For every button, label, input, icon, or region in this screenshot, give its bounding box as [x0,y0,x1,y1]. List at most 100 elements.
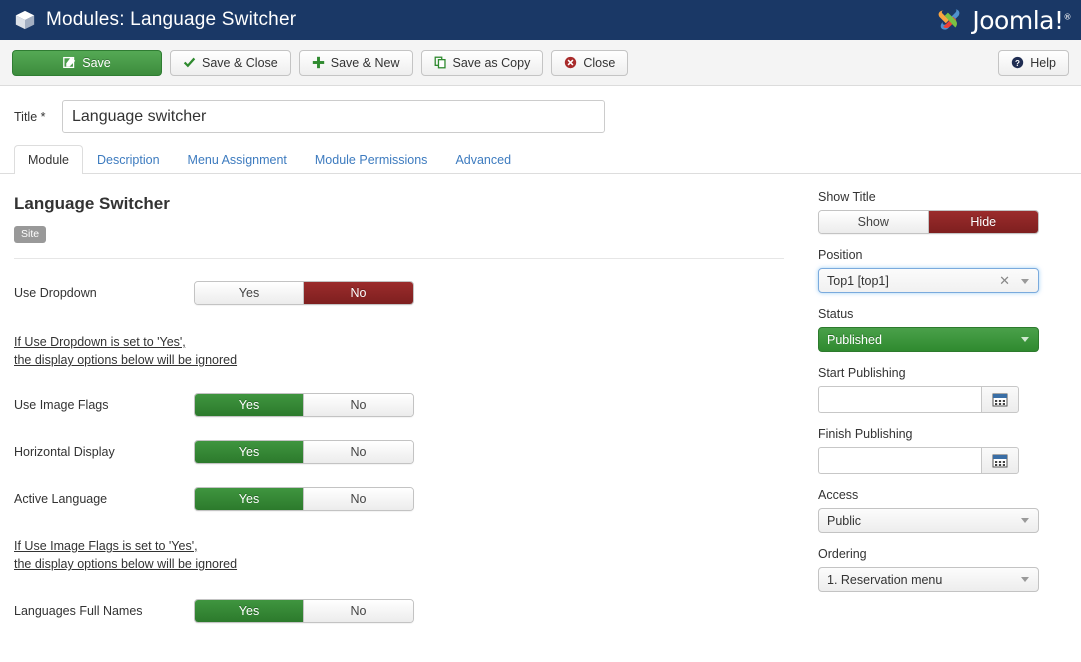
save-and-close-button[interactable]: Save & Close [170,50,291,76]
label-finish-publishing: Finish Publishing [818,427,1061,441]
toggle-show-title[interactable]: Show Hide [818,210,1039,234]
check-icon [183,56,196,69]
position-select[interactable]: Top1 [top1] ✕ [818,268,1039,293]
toggle-option-yes[interactable]: Yes [195,488,304,510]
module-heading: Language Switcher [14,194,800,214]
start-publishing-input[interactable] [818,386,981,413]
toggle-option-yes[interactable]: Yes [195,600,304,622]
toolbar: Save Save & Close Save & New Save as Cop… [0,40,1081,86]
finish-publishing-group [818,447,1061,474]
label-show-title: Show Title [818,190,1061,204]
plus-icon [312,56,325,69]
chevron-down-icon[interactable] [1021,337,1029,342]
toggle-option-yes[interactable]: Yes [195,282,304,304]
toggle-use-dropdown[interactable]: Yes No [194,281,414,305]
label-start-publishing: Start Publishing [818,366,1061,380]
toggle-option-no[interactable]: No [304,600,413,622]
tab-module-permissions[interactable]: Module Permissions [301,145,442,174]
status-value: Published [827,333,882,347]
note-line-1: If Use Image Flags is set to 'Yes', [14,537,800,555]
joomla-wordmark: Joomla!® [972,6,1071,35]
tab-description[interactable]: Description [83,145,174,174]
calendar-icon [992,392,1008,408]
sidebar-field-show-title: Show Title Show Hide [818,190,1061,234]
toggle-option-no[interactable]: No [304,441,413,463]
toggle-horizontal-display[interactable]: Yes No [194,440,414,464]
toggle-use-image-flags[interactable]: Yes No [194,393,414,417]
tab-bar: Module Description Menu Assignment Modul… [0,143,1081,174]
toggle-option-no[interactable]: No [304,488,413,510]
field-label-active-language: Active Language [14,492,194,506]
save-button-label: Save [82,56,111,70]
close-button[interactable]: Close [551,50,628,76]
position-value: Top1 [top1] [827,274,889,288]
close-x-icon[interactable]: ✕ [999,274,1010,287]
field-label-horizontal-display: Horizontal Display [14,445,194,459]
sidebar-field-ordering: Ordering 1. Reservation menu [818,547,1061,592]
label-status: Status [818,307,1061,321]
start-publishing-group [818,386,1061,413]
field-use-dropdown: Use Dropdown Yes No [14,281,800,305]
note-line-2: the display options below will be ignore… [14,555,800,573]
note-use-image-flags: If Use Image Flags is set to 'Yes', the … [14,537,800,573]
toggle-option-show[interactable]: Show [819,211,929,233]
chevron-down-icon[interactable] [1021,577,1029,582]
field-active-language: Active Language Yes No [14,487,800,511]
close-circle-icon [564,56,577,69]
app-header: Modules: Language Switcher Joomla!® [0,0,1081,40]
help-button-label: Help [1030,56,1056,70]
ordering-value: 1. Reservation menu [827,573,942,587]
toggle-languages-full-names[interactable]: Yes No [194,599,414,623]
status-badge: Site [14,226,46,243]
title-field-row: Title * [0,86,1081,143]
help-button[interactable]: ? Help [998,50,1069,76]
chevron-down-icon[interactable] [1021,279,1029,284]
finish-publishing-calendar-button[interactable] [981,447,1019,474]
sidebar-field-access: Access Public [818,488,1061,533]
status-select[interactable]: Published [818,327,1039,352]
title-label: Title * [14,110,62,124]
divider [14,258,784,259]
finish-publishing-input[interactable] [818,447,981,474]
toggle-option-hide[interactable]: Hide [929,211,1039,233]
tab-module[interactable]: Module [14,145,83,174]
field-label-use-image-flags: Use Image Flags [14,398,194,412]
module-sidebar: Show Title Show Hide Position Top1 [top1… [800,174,1081,644]
calendar-icon [992,453,1008,469]
chevron-down-icon[interactable] [1021,518,1029,523]
save-as-copy-button[interactable]: Save as Copy [421,50,544,76]
toggle-option-no[interactable]: No [304,282,413,304]
access-value: Public [827,514,861,528]
label-access: Access [818,488,1061,502]
save-button[interactable]: Save [12,50,162,76]
ordering-select[interactable]: 1. Reservation menu [818,567,1039,592]
save-and-close-label: Save & Close [202,56,278,70]
close-button-label: Close [583,56,615,70]
page-title: Modules: Language Switcher [46,9,296,31]
save-and-new-button[interactable]: Save & New [299,50,413,76]
toggle-option-yes[interactable]: Yes [195,441,304,463]
joomla-mark-icon [932,3,966,37]
joomla-logo: Joomla!® [932,3,1071,37]
field-use-image-flags: Use Image Flags Yes No [14,393,800,417]
question-circle-icon: ? [1011,56,1024,69]
module-settings-panel: Language Switcher Site Use Dropdown Yes … [0,174,800,644]
content-area: Language Switcher Site Use Dropdown Yes … [0,174,1081,644]
field-label-use-dropdown: Use Dropdown [14,286,194,300]
label-ordering: Ordering [818,547,1061,561]
field-label-languages-full-names: Languages Full Names [14,604,194,618]
sidebar-field-status: Status Published [818,307,1061,352]
toggle-active-language[interactable]: Yes No [194,487,414,511]
label-position: Position [818,248,1061,262]
access-select[interactable]: Public [818,508,1039,533]
tab-advanced[interactable]: Advanced [441,145,525,174]
cube-icon [14,9,36,31]
note-line-1: If Use Dropdown is set to 'Yes', [14,333,800,351]
toggle-option-yes[interactable]: Yes [195,394,304,416]
start-publishing-calendar-button[interactable] [981,386,1019,413]
field-horizontal-display: Horizontal Display Yes No [14,440,800,464]
tab-menu-assignment[interactable]: Menu Assignment [174,145,301,174]
title-input[interactable] [62,100,605,133]
toggle-option-no[interactable]: No [304,394,413,416]
sidebar-field-position: Position Top1 [top1] ✕ [818,248,1061,293]
